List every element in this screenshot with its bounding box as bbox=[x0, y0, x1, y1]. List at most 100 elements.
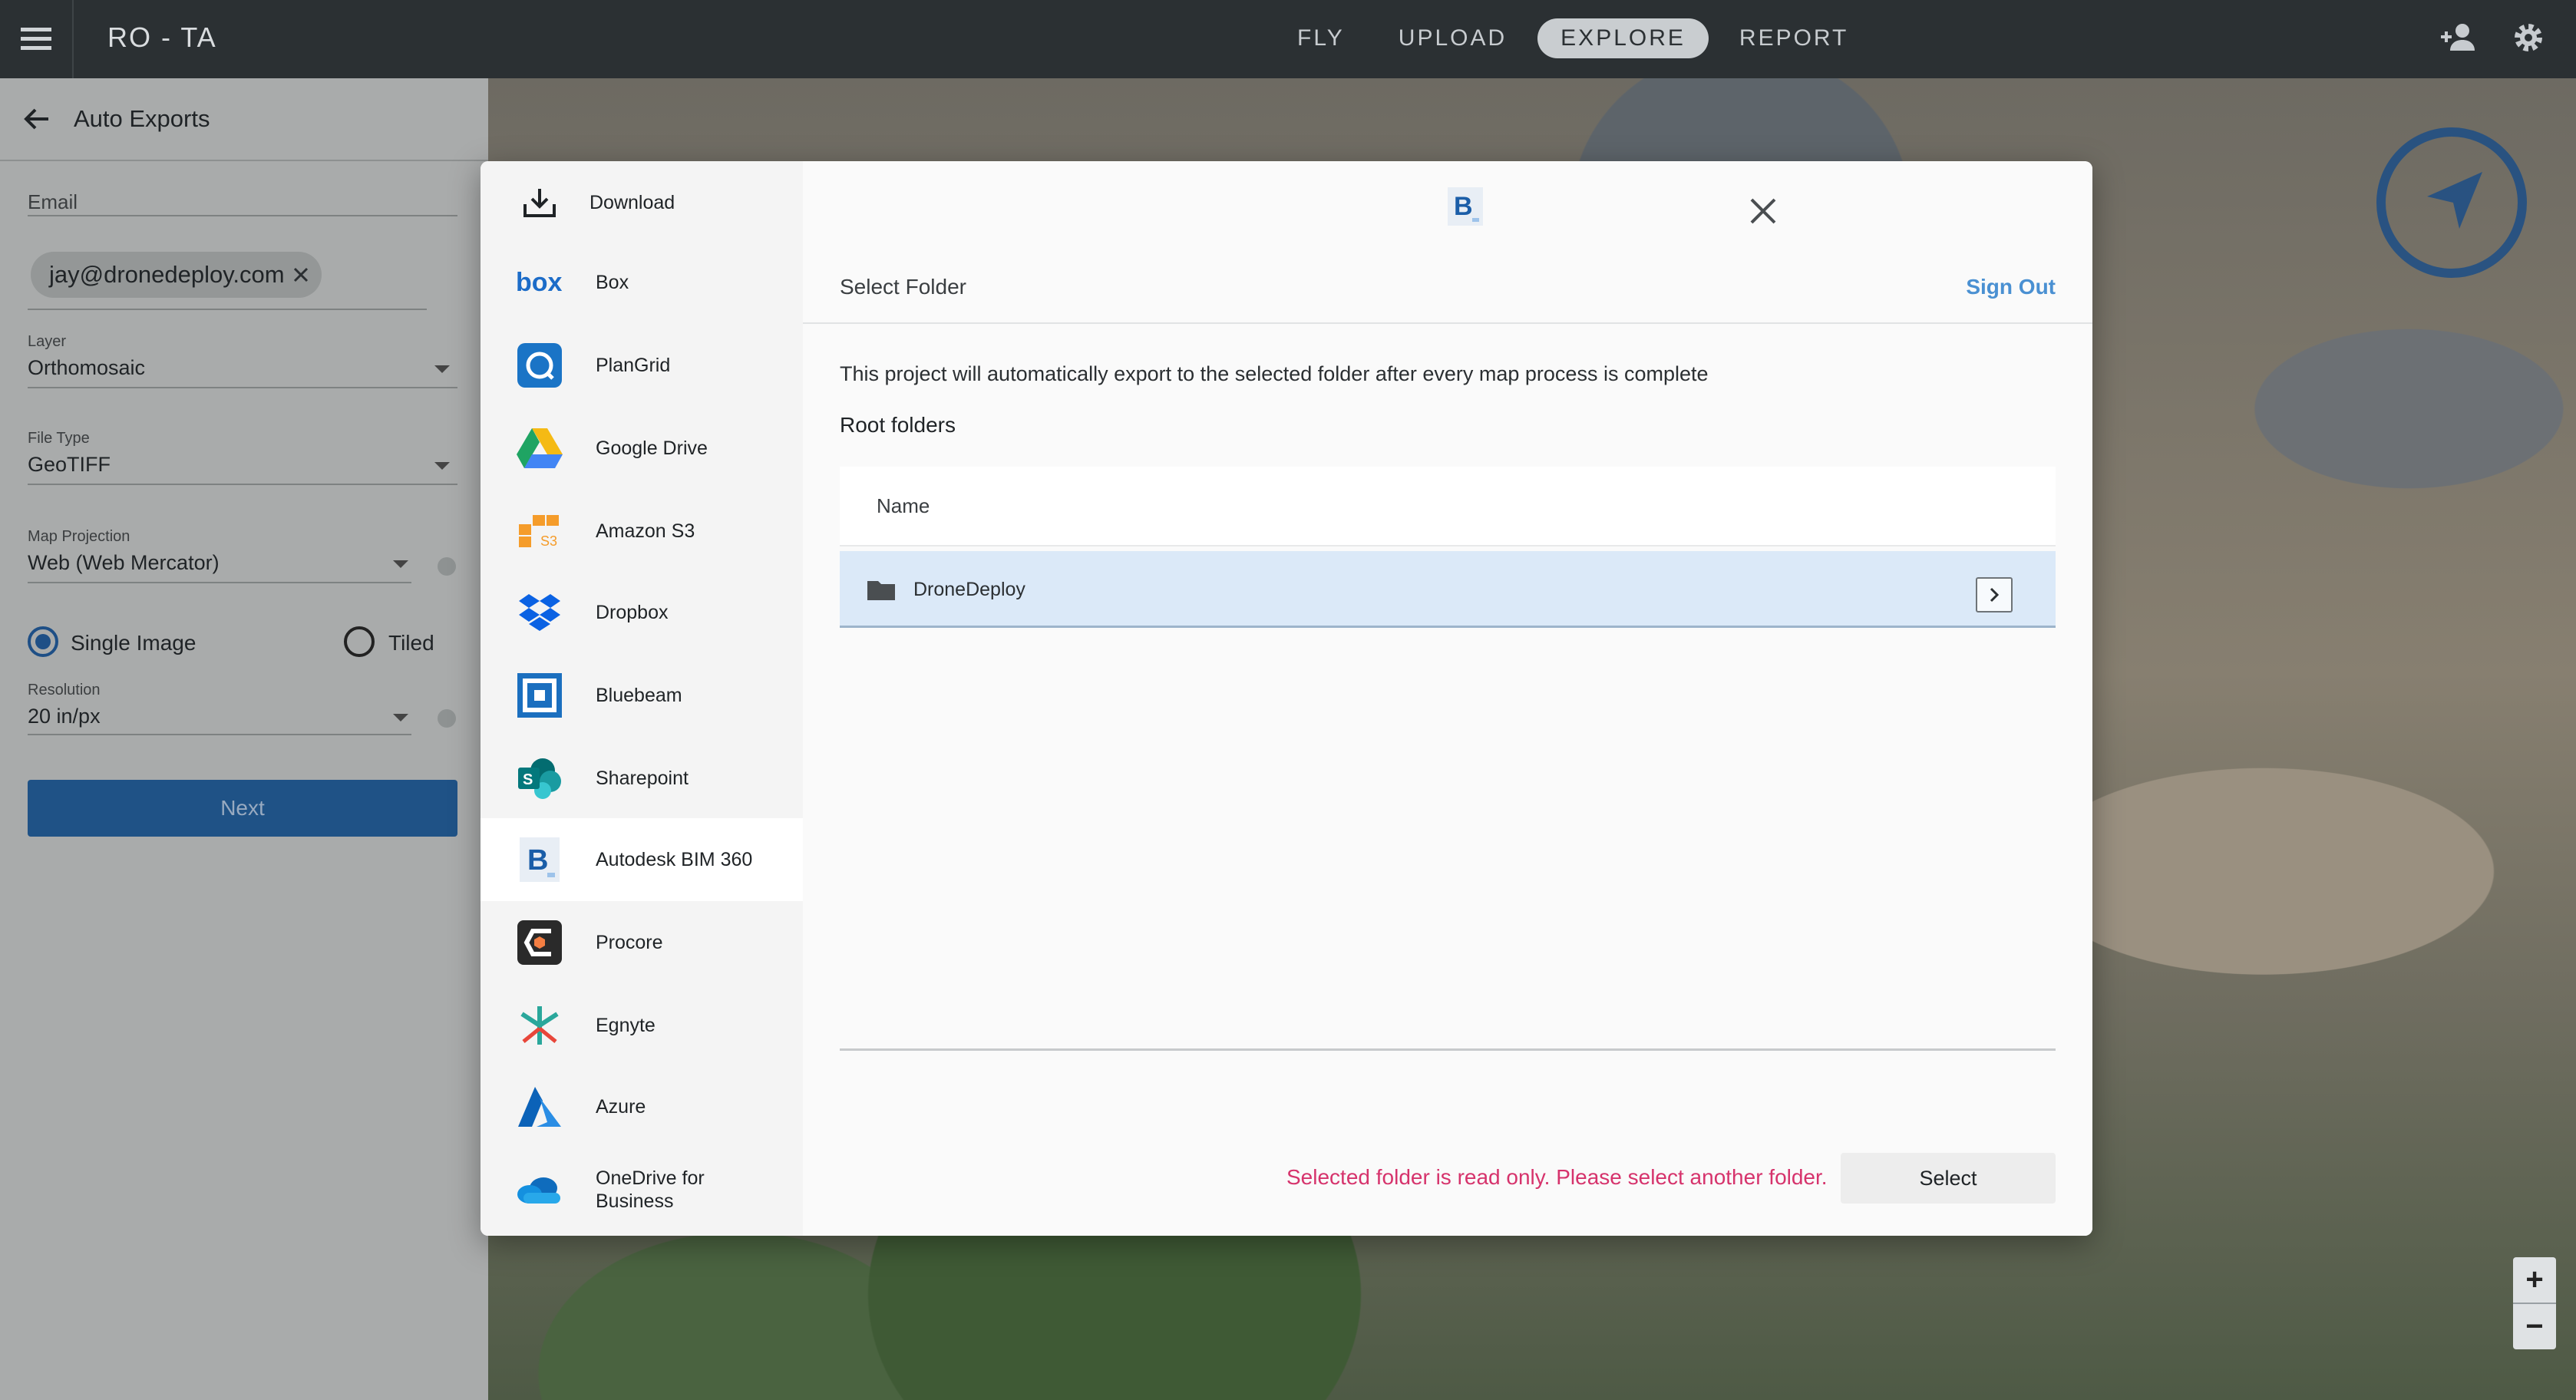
close-icon bbox=[1750, 198, 1776, 224]
provider-label: Azure bbox=[596, 1096, 646, 1118]
nav-fly[interactable]: FLY bbox=[1274, 18, 1368, 58]
filetype-underline bbox=[28, 484, 457, 485]
chevron-right-icon bbox=[1990, 587, 2000, 603]
provider-label: OneDrive for Business bbox=[596, 1167, 705, 1212]
provider-procore[interactable]: Procore bbox=[481, 901, 803, 984]
procore-logo-icon bbox=[516, 919, 563, 966]
nav-explore[interactable]: EXPLORE bbox=[1537, 18, 1709, 58]
locate-compass-icon[interactable] bbox=[2376, 127, 2527, 278]
provider-label: Procore bbox=[596, 932, 663, 953]
resolution-select[interactable]: 20 in/px bbox=[28, 705, 101, 728]
header-divider bbox=[803, 322, 2092, 324]
provider-label: Google Drive bbox=[596, 438, 708, 459]
svg-text:B: B bbox=[1454, 192, 1473, 221]
gear-icon[interactable] bbox=[2512, 20, 2545, 55]
provider-label: Amazon S3 bbox=[596, 520, 695, 542]
provider-bluebeam[interactable]: Bluebeam bbox=[481, 654, 803, 737]
sharepoint-logo-icon: S bbox=[516, 754, 563, 802]
folder-table-header: Name bbox=[840, 467, 2056, 546]
provider-bim360[interactable]: B Autodesk BIM 360 bbox=[481, 818, 803, 901]
panel-header: Auto Exports bbox=[0, 78, 488, 161]
info-icon[interactable] bbox=[438, 709, 456, 728]
arrow-left-icon bbox=[24, 108, 48, 130]
sign-out-link[interactable]: Sign Out bbox=[1966, 275, 2056, 299]
dropbox-logo-icon bbox=[516, 589, 563, 636]
hamburger-menu-button[interactable] bbox=[0, 0, 74, 78]
project-title: RO - TA bbox=[107, 21, 217, 53]
top-bar: RO - TA FLY UPLOAD EXPLORE REPORT bbox=[0, 0, 2576, 78]
bluebeam-logo-icon bbox=[516, 672, 563, 719]
hamburger-icon bbox=[21, 28, 51, 50]
projection-select[interactable]: Web (Web Mercator) bbox=[28, 551, 220, 575]
provider-label: Download bbox=[590, 192, 675, 213]
provider-plangrid[interactable]: PlanGrid bbox=[481, 324, 803, 407]
layer-underline bbox=[28, 387, 457, 388]
provider-label: Dropbox bbox=[596, 602, 669, 623]
onedrive-logo-icon bbox=[516, 1166, 563, 1213]
panel-title: Auto Exports bbox=[74, 105, 210, 132]
provider-onedrive[interactable]: OneDrive for Business bbox=[481, 1148, 803, 1231]
azure-logo-icon bbox=[516, 1083, 563, 1131]
nav-report[interactable]: REPORT bbox=[1716, 18, 1871, 58]
provider-dropbox[interactable]: Dropbox bbox=[481, 571, 803, 654]
add-user-icon[interactable] bbox=[2439, 20, 2478, 55]
folder-row[interactable]: DroneDeploy bbox=[840, 551, 2056, 628]
zoom-control: + − bbox=[2513, 1257, 2556, 1349]
single-image-radio[interactable] bbox=[28, 626, 58, 657]
provider-azure[interactable]: Azure bbox=[481, 1065, 803, 1148]
nav-upload[interactable]: UPLOAD bbox=[1376, 18, 1530, 58]
provider-label: Egnyte bbox=[596, 1015, 656, 1036]
resolution-underline bbox=[28, 734, 411, 735]
auto-exports-panel: Auto Exports Email jay@dronedeploy.com L… bbox=[0, 78, 488, 1400]
chevron-down-icon[interactable] bbox=[434, 365, 450, 373]
email-input-underline bbox=[28, 309, 427, 310]
main-nav: FLY UPLOAD EXPLORE REPORT bbox=[1274, 18, 1871, 58]
provider-list: Download box Box PlanGrid Google Drive S… bbox=[481, 161, 803, 1236]
email-underline bbox=[28, 215, 457, 216]
folder-browser: B Select Folder Sign Out This project wi… bbox=[803, 161, 2092, 1236]
layer-label: Layer bbox=[28, 333, 67, 350]
filetype-label: File Type bbox=[28, 430, 90, 447]
svg-text:S: S bbox=[523, 771, 533, 788]
amazon-s3-logo-icon: S3 bbox=[516, 507, 563, 555]
provider-google-drive[interactable]: Google Drive bbox=[481, 407, 803, 490]
email-label: Email bbox=[28, 190, 78, 213]
provider-amazon-s3[interactable]: S3 Amazon S3 bbox=[481, 490, 803, 573]
provider-box[interactable]: box Box bbox=[481, 241, 803, 324]
export-destination-dialog: Download box Box PlanGrid Google Drive S… bbox=[481, 161, 2092, 1236]
root-folders-label: Root folders bbox=[840, 413, 956, 437]
bim360-logo-icon: B bbox=[516, 836, 563, 883]
zoom-in-button[interactable]: + bbox=[2513, 1257, 2556, 1304]
filetype-select[interactable]: GeoTIFF bbox=[28, 453, 111, 477]
provider-egnyte[interactable]: Egnyte bbox=[481, 984, 803, 1067]
chevron-down-icon[interactable] bbox=[393, 714, 408, 721]
email-chip-text: jay@dronedeploy.com bbox=[49, 261, 285, 288]
provider-label: Sharepoint bbox=[596, 768, 689, 789]
info-icon[interactable] bbox=[438, 557, 456, 576]
provider-sharepoint[interactable]: S Sharepoint bbox=[481, 737, 803, 820]
provider-label: Box bbox=[596, 272, 629, 293]
download-icon bbox=[516, 179, 563, 226]
next-button[interactable]: Next bbox=[28, 780, 457, 837]
provider-download[interactable]: Download bbox=[481, 161, 803, 244]
chevron-down-icon[interactable] bbox=[393, 560, 408, 568]
back-button[interactable] bbox=[0, 107, 74, 130]
email-chip[interactable]: jay@dronedeploy.com bbox=[31, 252, 322, 298]
open-folder-button[interactable] bbox=[1976, 577, 2013, 612]
projection-underline bbox=[28, 582, 411, 583]
select-button[interactable]: Select bbox=[1841, 1153, 2056, 1204]
provider-label: Bluebeam bbox=[596, 685, 682, 706]
provider-label: Autodesk BIM 360 bbox=[596, 849, 753, 870]
resolution-label: Resolution bbox=[28, 682, 101, 698]
close-icon[interactable] bbox=[292, 266, 309, 283]
tiled-radio[interactable] bbox=[344, 626, 375, 657]
chevron-down-icon[interactable] bbox=[434, 462, 450, 470]
layer-select[interactable]: Orthomosaic bbox=[28, 356, 145, 380]
select-folder-heading: Select Folder bbox=[840, 275, 966, 299]
svg-text:S3: S3 bbox=[540, 533, 557, 549]
close-dialog-button[interactable] bbox=[1744, 192, 1782, 230]
folder-name: DroneDeploy bbox=[913, 579, 1025, 600]
projection-label: Map Projection bbox=[28, 528, 130, 545]
list-bottom-divider bbox=[840, 1048, 2056, 1051]
zoom-out-button[interactable]: − bbox=[2513, 1304, 2556, 1349]
